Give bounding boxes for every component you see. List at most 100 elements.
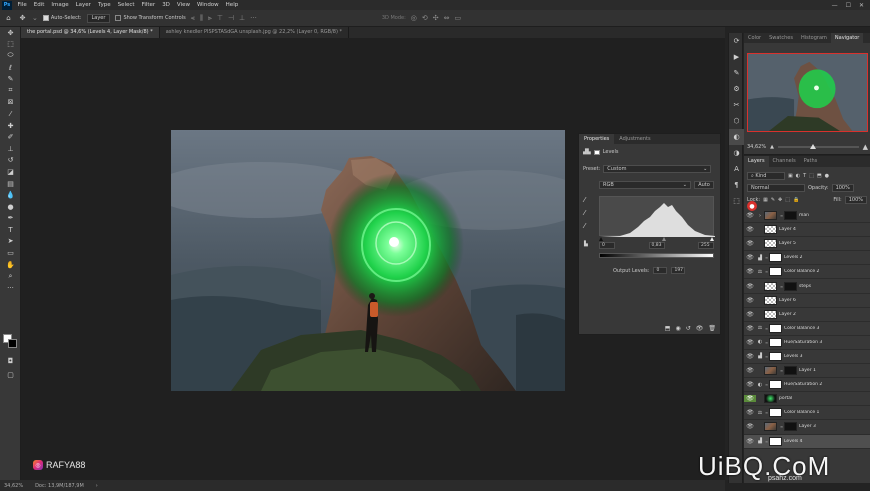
layer-row-selected[interactable]: 👁 ▟ ∞ Levels 4 [744, 434, 870, 449]
layer-row[interactable]: 👁 Layer 6 [744, 294, 870, 308]
fill-field[interactable]: 100% [844, 196, 867, 204]
visibility-eye-icon[interactable]: 👁 [744, 438, 756, 445]
gray-point-eyedropper-icon[interactable]: ⁄ [584, 209, 585, 217]
input-black-field[interactable]: 0 [599, 242, 615, 249]
more-options-icon[interactable]: ··· [250, 14, 257, 22]
visibility-eye-icon[interactable]: 👁 [744, 353, 756, 360]
visibility-eye-icon[interactable]: 👁 [744, 395, 756, 403]
tab-swatches[interactable]: Swatches [765, 33, 797, 43]
quick-select-tool-icon[interactable]: ✎ [0, 73, 21, 85]
screen-mode-icon[interactable]: ▢ [0, 369, 21, 381]
visibility-eye-icon[interactable]: 👁 [744, 311, 756, 318]
tab-the-portal[interactable]: the portal.psd @ 34,6% (Levels 4, Layer … [21, 27, 160, 38]
clipping-warning-icon[interactable]: ▙ [584, 241, 588, 247]
show-transform-checkbox[interactable]: Show Transform Controls [115, 15, 186, 21]
eraser-tool-icon[interactable]: ◪ [0, 166, 21, 178]
tab-paths[interactable]: Paths [800, 156, 822, 167]
layer-row[interactable]: 👁 ▟ ∞ Levels 3 [744, 350, 870, 365]
3d-orbit-icon[interactable]: ◎ [411, 14, 417, 22]
menu-window[interactable]: Window [193, 2, 222, 8]
tab-channels[interactable]: Channels [769, 156, 800, 167]
brush-settings-icon[interactable]: ⚙ [729, 81, 744, 97]
layer-row[interactable]: 👁 Layer 2 [744, 308, 870, 322]
visibility-eye-icon[interactable]: 👁 [744, 339, 756, 346]
background-color[interactable] [8, 339, 17, 348]
blend-mode-select[interactable]: Normal [747, 184, 805, 192]
lock-all-icon[interactable]: 🔒 [793, 197, 799, 203]
brushes-panel-icon[interactable]: ✎ [729, 65, 744, 81]
reset-icon[interactable]: ↺ [686, 325, 691, 332]
layer-visibility-toggle-icon[interactable]: ● [747, 201, 757, 211]
path-select-tool-icon[interactable]: ➤ [0, 236, 21, 248]
tab-unsplash-photo[interactable]: ashley knedler PISPSTASdGA unsplash.jpg … [159, 27, 350, 38]
view-previous-icon[interactable]: ◉ [675, 325, 680, 332]
history-panel-icon[interactable]: ⟳ [729, 33, 744, 49]
chevron-down-icon[interactable]: ⌄ [32, 14, 38, 22]
delete-icon[interactable]: 🗑 [708, 325, 716, 332]
align-right-icon[interactable]: ⫸ [208, 14, 212, 23]
visibility-eye-icon[interactable]: 👁 [744, 381, 756, 388]
menu-edit[interactable]: Edit [30, 2, 48, 8]
lock-image-icon[interactable]: ✎ [771, 197, 775, 203]
3d-pan-icon[interactable]: ✣ [433, 14, 439, 22]
output-levels-gradient[interactable] [599, 253, 714, 258]
auto-select-target-select[interactable]: Layer [86, 13, 111, 23]
move-tool-icon[interactable]: ✥ [18, 14, 27, 23]
zoom-tool-icon[interactable]: ⌕ [0, 270, 21, 282]
visibility-eye-icon[interactable]: 👁 [744, 367, 756, 374]
navigator-zoom-value[interactable]: 34,62% [747, 144, 766, 150]
output-white-field[interactable]: 197 [671, 267, 686, 274]
lock-position-icon[interactable]: ✥ [778, 197, 782, 203]
tab-layers[interactable]: Layers [744, 156, 769, 167]
styles-panel-icon[interactable]: ◑ [729, 145, 744, 161]
clip-to-layer-icon[interactable]: ⬒ [665, 325, 671, 332]
blur-tool-icon[interactable]: 💧 [0, 189, 21, 201]
layer-row[interactable]: 👁 › ∞ man [744, 209, 870, 224]
tab-color[interactable]: Color [744, 33, 765, 43]
hand-tool-icon[interactable]: ✋ [0, 259, 21, 271]
brush-tool-icon[interactable]: ✐ [0, 131, 21, 143]
align-middle-icon[interactable]: ⊣ [228, 14, 234, 22]
chevron-right-icon[interactable]: › [96, 483, 98, 489]
align-bottom-icon[interactable]: ⊥ [239, 14, 245, 22]
quick-mask-icon[interactable]: ◘ [0, 355, 21, 367]
layer-row[interactable]: 👁 ⚖ ∞ Color Balance 2 [744, 265, 870, 280]
filter-type-icon[interactable]: T [803, 173, 806, 179]
frame-tool-icon[interactable]: ⊠ [0, 97, 21, 109]
filter-smart-icon[interactable]: ⬒ [817, 173, 822, 179]
visibility-eye-icon[interactable]: 👁 [744, 268, 756, 275]
tab-adjustments[interactable]: Adjustments [614, 134, 655, 144]
menu-type[interactable]: Type [94, 2, 114, 8]
visibility-eye-icon[interactable]: 👁 [744, 254, 756, 261]
zoom-level[interactable]: 34,62% [4, 483, 23, 489]
input-gamma-field[interactable]: 0,83 [648, 242, 665, 249]
clone-stamp-tool-icon[interactable]: ⊥ [0, 143, 21, 155]
tab-histogram[interactable]: Histogram [797, 33, 831, 43]
filter-shape-icon[interactable]: ⬚ [809, 173, 814, 179]
close-button[interactable]: ✕ [859, 2, 864, 9]
filter-pixel-icon[interactable]: ▣ [788, 173, 793, 179]
crop-tool-icon[interactable]: ⌗ [0, 85, 21, 97]
menu-filter[interactable]: Filter [138, 2, 159, 8]
input-white-field[interactable]: 255 [698, 242, 714, 249]
layer-row[interactable]: 👁 ◐ ∞ Hue/Saturation 2 [744, 378, 870, 393]
3d-roll-icon[interactable]: ⟲ [422, 14, 428, 22]
layer-row[interactable]: 👁 portal [744, 392, 870, 407]
output-black-field[interactable]: 0 [653, 267, 668, 274]
layer-filter-select[interactable]: ⌕ Kind [747, 172, 785, 180]
layer-row[interactable]: 👁 ∞ steps [744, 279, 870, 294]
3d-panel-icon[interactable]: ⬡ [729, 113, 744, 129]
auto-button[interactable]: Auto [694, 181, 714, 189]
lock-transparent-icon[interactable]: ▦ [763, 197, 768, 203]
preset-select[interactable]: Custom ⌄ [603, 165, 712, 173]
lock-artboard-icon[interactable]: ⬚ [785, 197, 790, 203]
healing-brush-tool-icon[interactable]: ✚ [0, 120, 21, 132]
menu-view[interactable]: View [173, 2, 193, 8]
layer-row[interactable]: 👁 Layer 5 [744, 237, 870, 252]
actions-panel-icon[interactable]: ▶ [729, 49, 744, 65]
auto-select-checkbox[interactable]: Auto-Select: [42, 15, 82, 21]
filter-toggle-icon[interactable]: ● [825, 173, 829, 179]
home-icon[interactable]: ⌂ [4, 14, 13, 23]
color-swatches[interactable] [3, 334, 17, 348]
history-brush-tool-icon[interactable]: ↺ [0, 155, 21, 167]
